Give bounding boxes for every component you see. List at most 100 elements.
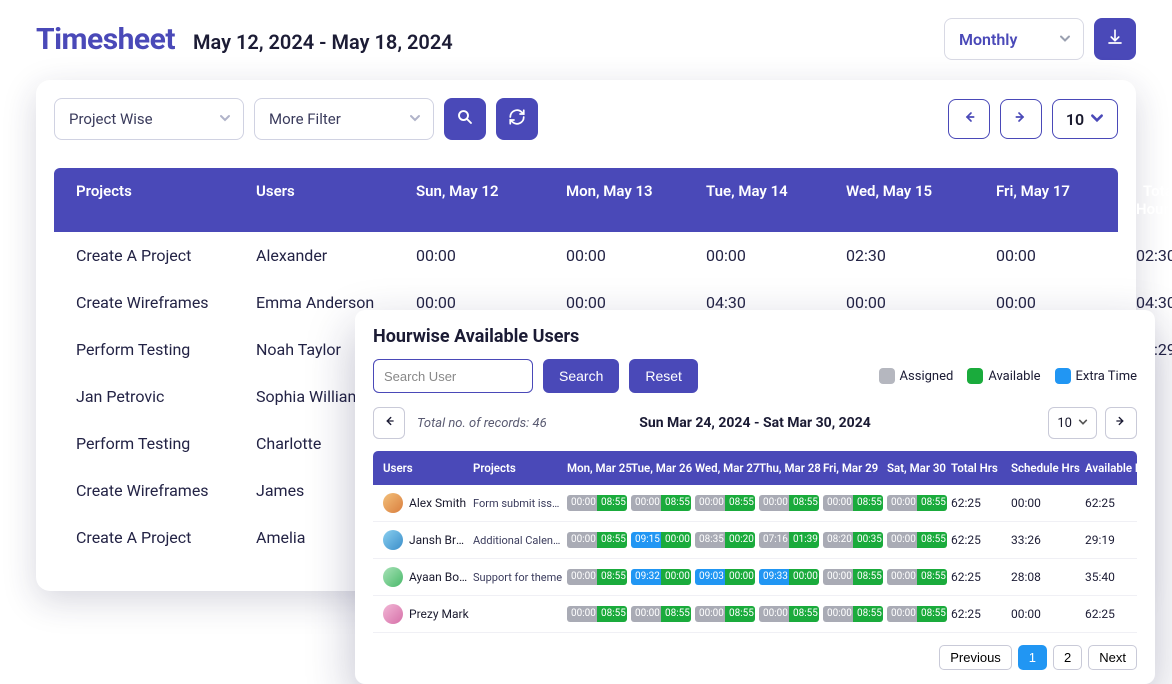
popup-page-size-value: 10 bbox=[1057, 416, 1072, 431]
pcol-users: Users bbox=[383, 461, 469, 475]
popup-back-button[interactable] bbox=[373, 407, 405, 439]
time-chip: 07:16 bbox=[759, 532, 789, 548]
page-size-select[interactable]: 10 bbox=[1052, 99, 1118, 139]
time-chip: 08:55 bbox=[597, 495, 627, 511]
time-pair: 00:0008:55 bbox=[823, 495, 883, 511]
time-chip: 08:55 bbox=[597, 569, 627, 585]
time-chip: 00:00 bbox=[759, 606, 789, 622]
pcol-sat: Sat, Mar 30 bbox=[887, 461, 947, 475]
available-hours: 62:25 bbox=[1085, 496, 1127, 510]
available-hours: 35:40 bbox=[1085, 570, 1127, 584]
time-pair: 00:0008:55 bbox=[759, 606, 819, 622]
chevron-down-icon bbox=[1090, 110, 1104, 129]
popup-page-size-select[interactable]: 10 bbox=[1048, 407, 1097, 439]
pagination-previous[interactable]: Previous bbox=[939, 645, 1012, 670]
time-chip: 08:55 bbox=[725, 606, 755, 622]
schedule-hours: 28:08 bbox=[1011, 570, 1081, 584]
time-pair: 07:1601:39 bbox=[759, 532, 819, 548]
time-pair: 00:0008:55 bbox=[567, 532, 627, 548]
legend-swatch-available bbox=[967, 368, 983, 384]
download-button[interactable] bbox=[1094, 18, 1136, 60]
legend-swatch-extra bbox=[1055, 368, 1071, 384]
time-chip: 08:55 bbox=[597, 532, 627, 548]
time-chip: 00:00 bbox=[661, 569, 691, 585]
table-row: Create A ProjectAlexander00:0000:0000:00… bbox=[54, 232, 1118, 279]
time-pair: 00:0008:55 bbox=[631, 606, 691, 622]
time-chip: 00:00 bbox=[695, 606, 725, 622]
toolbar: Project Wise More Filter bbox=[54, 98, 1118, 140]
list-item: Prezy Mark00:0008:5500:0008:5500:0008:55… bbox=[373, 596, 1137, 633]
col-wed: Wed, May 15 bbox=[846, 182, 996, 218]
time-chip: 00:00 bbox=[567, 606, 597, 622]
time-pair: 00:0008:55 bbox=[887, 569, 947, 585]
time-chip: 08:55 bbox=[853, 495, 883, 511]
period-select[interactable]: Monthly bbox=[944, 18, 1084, 60]
pagination-page-2[interactable]: 2 bbox=[1053, 645, 1082, 670]
popup-reset-button[interactable]: Reset bbox=[629, 359, 698, 393]
total-hours: 62:25 bbox=[951, 533, 1007, 547]
refresh-button[interactable] bbox=[496, 98, 538, 140]
arrow-left-icon bbox=[382, 414, 396, 432]
time-chip: 00:00 bbox=[823, 606, 853, 622]
pcol-projects: Projects bbox=[473, 461, 563, 475]
pagination-next[interactable]: Next bbox=[1088, 645, 1137, 670]
time-chip: 01:39 bbox=[789, 532, 819, 548]
user-cell: Ayaan Bowen bbox=[383, 567, 469, 587]
next-period-button[interactable] bbox=[1000, 99, 1042, 139]
popup-forward-button[interactable] bbox=[1105, 407, 1137, 439]
col-projects: Projects bbox=[76, 182, 256, 218]
cell-fri: 00:00 bbox=[996, 246, 1136, 265]
time-pair: 00:0008:55 bbox=[823, 606, 883, 622]
chevron-down-icon bbox=[1059, 30, 1071, 49]
user-name: Prezy Mark bbox=[409, 607, 469, 621]
time-chip: 00:00 bbox=[759, 495, 789, 511]
cell-project: Create Wireframes bbox=[76, 293, 256, 312]
legend-swatch-assigned bbox=[879, 368, 895, 384]
col-fri: Fri, May 17 bbox=[996, 182, 1136, 218]
page-title: Timesheet bbox=[36, 22, 175, 57]
user-cell: Jansh Brown bbox=[383, 530, 469, 550]
arrow-left-icon bbox=[961, 109, 977, 130]
avatar bbox=[383, 567, 403, 587]
time-chip: 00:00 bbox=[789, 569, 819, 585]
time-chip: 00:00 bbox=[567, 495, 597, 511]
project-name: Form submit issue bbox=[473, 497, 563, 510]
time-chip: 08:55 bbox=[853, 606, 883, 622]
time-chip: 08:55 bbox=[661, 495, 691, 511]
pcol-wed: Wed, Mar 27 bbox=[695, 461, 755, 475]
more-filter-value: More Filter bbox=[269, 110, 341, 128]
available-hours: 62:25 bbox=[1085, 607, 1127, 621]
search-input[interactable] bbox=[373, 359, 533, 393]
time-pair: 00:0008:55 bbox=[887, 495, 947, 511]
period-select-value: Monthly bbox=[959, 30, 1017, 49]
time-chip: 08:55 bbox=[917, 606, 947, 622]
col-total: Total Hours bbox=[1136, 182, 1172, 218]
timesheet-header-row: Projects Users Sun, May 12 Mon, May 13 T… bbox=[54, 168, 1118, 232]
pcol-tue: Tue, Mar 26 bbox=[631, 461, 691, 475]
col-mon: Mon, May 13 bbox=[566, 182, 706, 218]
pagination-page-1[interactable]: 1 bbox=[1018, 645, 1047, 670]
pcol-thu: Thu, Mar 28 bbox=[759, 461, 819, 475]
time-pair: 09:0300:00 bbox=[695, 569, 755, 585]
time-chip: 08:55 bbox=[725, 495, 755, 511]
search-button[interactable] bbox=[444, 98, 486, 140]
popup-search-button[interactable]: Search bbox=[543, 359, 619, 393]
cell-wed: 02:30 bbox=[846, 246, 996, 265]
refresh-icon bbox=[508, 108, 526, 131]
arrow-right-icon bbox=[1114, 414, 1128, 432]
project-name: Additional Calendar bbox=[473, 534, 563, 547]
time-pair: 09:3200:00 bbox=[631, 569, 691, 585]
group-by-select[interactable]: Project Wise bbox=[54, 98, 244, 140]
time-pair: 00:0008:55 bbox=[823, 569, 883, 585]
time-pair: 08:2000:35 bbox=[823, 532, 883, 548]
time-pair: 00:0008:55 bbox=[695, 495, 755, 511]
time-pair: 00:0008:55 bbox=[759, 495, 819, 511]
more-filter-select[interactable]: More Filter bbox=[254, 98, 434, 140]
time-pair: 00:0008:55 bbox=[887, 606, 947, 622]
time-chip: 00:00 bbox=[823, 495, 853, 511]
time-chip: 00:00 bbox=[887, 495, 917, 511]
prev-period-button[interactable] bbox=[948, 99, 990, 139]
time-pair: 09:3300:00 bbox=[759, 569, 819, 585]
pcol-fri: Fri, Mar 29 bbox=[823, 461, 883, 475]
time-chip: 08:55 bbox=[917, 495, 947, 511]
